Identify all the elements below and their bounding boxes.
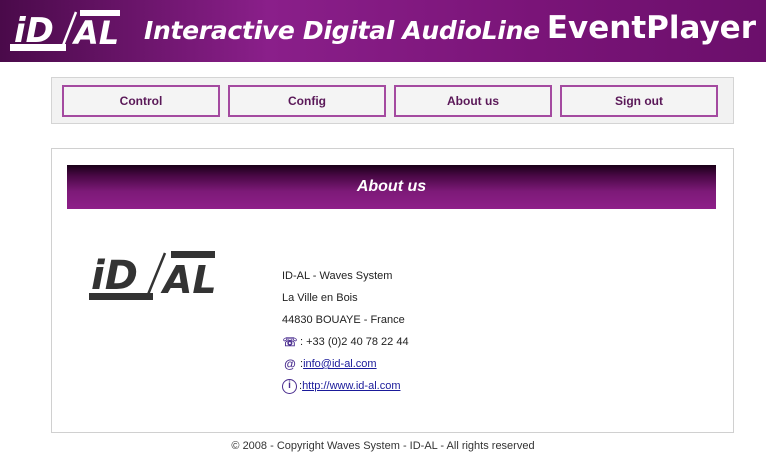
email-icon: @ — [284, 357, 296, 371]
company-name: ID-AL - Waves System — [282, 270, 393, 282]
email-link[interactable]: info@id-al.com — [303, 354, 377, 374]
svg-text:AL: AL — [160, 258, 217, 301]
phone-row: ☏ : +33 (0)2 40 78 22 44 — [282, 331, 409, 353]
phone-number: : +33 (0)2 40 78 22 44 — [300, 336, 409, 348]
nav-control-button[interactable]: Control — [62, 85, 220, 117]
about-panel: About us iD AL ID-AL - Waves System La V… — [51, 148, 734, 433]
website-link[interactable]: http://www.id-al.com — [302, 376, 400, 396]
svg-text:iD: iD — [91, 253, 138, 299]
address-line1: La Ville en Bois — [282, 292, 358, 304]
email-row: @ : info@id-al.com — [282, 353, 409, 375]
address-line2: 44830 BOUAYE - France — [282, 314, 405, 326]
info-icon: i — [282, 378, 297, 394]
nav-config-button[interactable]: Config — [228, 85, 386, 117]
company-logo: iD AL — [89, 249, 217, 302]
svg-text:AL: AL — [71, 14, 119, 52]
nav-about-button[interactable]: About us — [394, 85, 552, 117]
website-row: i : http://www.id-al.com — [282, 375, 409, 397]
idal-logo: iD AL — [10, 8, 122, 52]
header-banner: iD AL Interactive Digital AudioLine Even… — [0, 0, 766, 62]
contact-info: ID-AL - Waves System La Ville en Bois 44… — [282, 265, 409, 397]
phone-icon: ☏ — [282, 335, 298, 349]
footer-copyright: © 2008 - Copyright Waves System - ID-AL … — [231, 440, 535, 452]
section-title: About us — [67, 165, 716, 209]
banner-title: Interactive Digital AudioLine — [144, 16, 540, 45]
nav-signout-button[interactable]: Sign out — [560, 85, 718, 117]
nav-bar: Control Config About us Sign out — [51, 77, 734, 124]
brand-name: EventPlayer — [546, 10, 756, 46]
